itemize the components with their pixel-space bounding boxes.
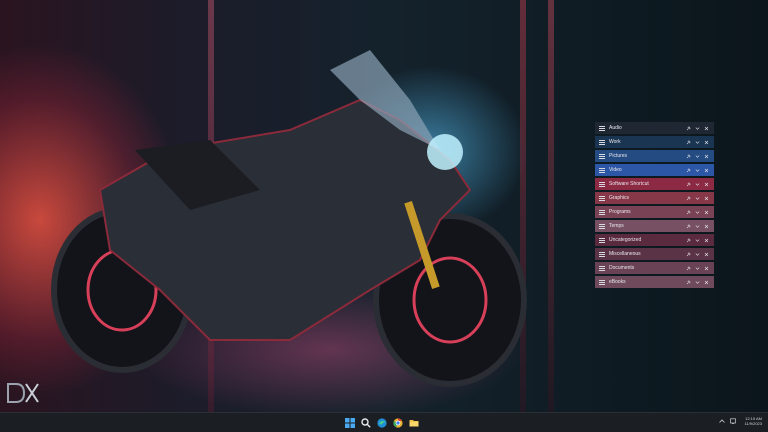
- fence-title: Documents: [609, 265, 635, 271]
- close-icon[interactable]: [704, 126, 709, 131]
- fence-programs[interactable]: Programs: [595, 206, 714, 218]
- pin-icon[interactable]: [686, 237, 691, 243]
- close-icon[interactable]: [704, 280, 709, 285]
- motorcycle-image: [51, 50, 527, 387]
- fence-menu-icon[interactable]: [599, 195, 605, 201]
- fence-software-shortcut[interactable]: Software Shortcut: [595, 178, 714, 190]
- chevron-down-icon[interactable]: [695, 168, 700, 173]
- fence-pictures[interactable]: Pictures: [595, 150, 714, 162]
- fence-menu-icon[interactable]: [599, 237, 605, 243]
- fence-menu-icon[interactable]: [599, 139, 605, 145]
- fence-menu-icon[interactable]: [599, 181, 605, 187]
- fence-audio[interactable]: Audio: [595, 122, 714, 134]
- dx-logo: [7, 383, 39, 403]
- fence-title: Uncategorized: [609, 237, 642, 243]
- pin-icon[interactable]: [686, 251, 691, 257]
- fence-miscellaneous[interactable]: Miscellaneous: [595, 248, 714, 260]
- pin-icon[interactable]: [686, 223, 691, 229]
- fence-title: eBooks: [609, 279, 626, 285]
- fence-title: Pictures: [609, 153, 628, 159]
- chrome-icon[interactable]: [392, 417, 404, 429]
- fence-menu-icon[interactable]: [599, 153, 605, 159]
- fence-temps[interactable]: Temps: [595, 220, 714, 232]
- chevron-down-icon[interactable]: [695, 280, 700, 285]
- chevron-down-icon[interactable]: [695, 238, 700, 243]
- fence-menu-icon[interactable]: [599, 167, 605, 173]
- pin-icon[interactable]: [686, 209, 691, 215]
- chevron-down-icon[interactable]: [695, 224, 700, 229]
- edge-icon[interactable]: [376, 417, 388, 429]
- close-icon[interactable]: [704, 182, 709, 187]
- fence-uncategorized[interactable]: Uncategorized: [595, 234, 714, 246]
- clock-date: 11/9/2023: [744, 421, 763, 426]
- fence-documents[interactable]: Documents: [595, 262, 714, 274]
- pin-icon[interactable]: [686, 181, 691, 187]
- pin-icon[interactable]: [686, 195, 691, 201]
- fence-menu-icon[interactable]: [599, 209, 605, 215]
- close-icon[interactable]: [704, 196, 709, 201]
- fence-menu-icon[interactable]: [599, 125, 605, 131]
- chevron-down-icon[interactable]: [695, 126, 700, 131]
- close-icon[interactable]: [704, 154, 709, 159]
- fence-title: Miscellaneous: [609, 251, 641, 257]
- chevron-down-icon[interactable]: [695, 182, 700, 187]
- fence-title: Graphics: [609, 195, 630, 201]
- close-icon[interactable]: [704, 238, 709, 243]
- chevron-down-icon[interactable]: [695, 196, 700, 201]
- fence-menu-icon[interactable]: [599, 279, 605, 285]
- pin-icon[interactable]: [686, 139, 691, 145]
- fence-graphics[interactable]: Graphics: [595, 192, 714, 204]
- fence-ebooks[interactable]: eBooks: [595, 276, 714, 288]
- desktop-fences-panel: Audio Work Pictures Video Software Shortcut G…: [595, 122, 714, 290]
- fence-title: Temps: [609, 223, 624, 229]
- neon-stripe: [548, 0, 554, 412]
- pin-icon[interactable]: [686, 279, 691, 285]
- fence-title: Programs: [609, 209, 631, 215]
- chevron-up-icon[interactable]: [718, 418, 725, 424]
- close-icon[interactable]: [704, 140, 709, 145]
- pin-icon[interactable]: [686, 167, 691, 173]
- fence-video[interactable]: Video: [595, 164, 714, 176]
- fence-menu-icon[interactable]: [599, 223, 605, 229]
- pin-icon[interactable]: [686, 125, 691, 131]
- windows-start-icon[interactable]: [344, 417, 356, 429]
- close-icon[interactable]: [704, 224, 709, 229]
- pin-icon[interactable]: [686, 153, 691, 159]
- system-clock[interactable]: 12:15 AM 11/9/2023: [745, 416, 763, 426]
- fence-menu-icon[interactable]: [599, 265, 605, 271]
- chevron-down-icon[interactable]: [695, 140, 700, 145]
- close-icon[interactable]: [704, 252, 709, 257]
- close-icon[interactable]: [704, 210, 709, 215]
- wifi-icon[interactable]: [729, 418, 736, 424]
- chevron-down-icon[interactable]: [695, 252, 700, 257]
- search-icon[interactable]: [360, 417, 372, 429]
- chevron-down-icon[interactable]: [695, 210, 700, 215]
- fence-title: Software Shortcut: [609, 181, 649, 187]
- chevron-down-icon[interactable]: [695, 154, 700, 159]
- fence-title: Work: [609, 139, 621, 145]
- pin-icon[interactable]: [686, 265, 691, 271]
- taskbar: 12:15 AM 11/9/2023: [0, 412, 768, 432]
- fence-menu-icon[interactable]: [599, 251, 605, 257]
- fence-title: Video: [609, 167, 622, 173]
- close-icon[interactable]: [704, 266, 709, 271]
- chevron-down-icon[interactable]: [695, 266, 700, 271]
- fence-title: Audio: [609, 125, 622, 131]
- close-icon[interactable]: [704, 168, 709, 173]
- fence-work[interactable]: Work: [595, 136, 714, 148]
- file-explorer-icon[interactable]: [408, 417, 420, 429]
